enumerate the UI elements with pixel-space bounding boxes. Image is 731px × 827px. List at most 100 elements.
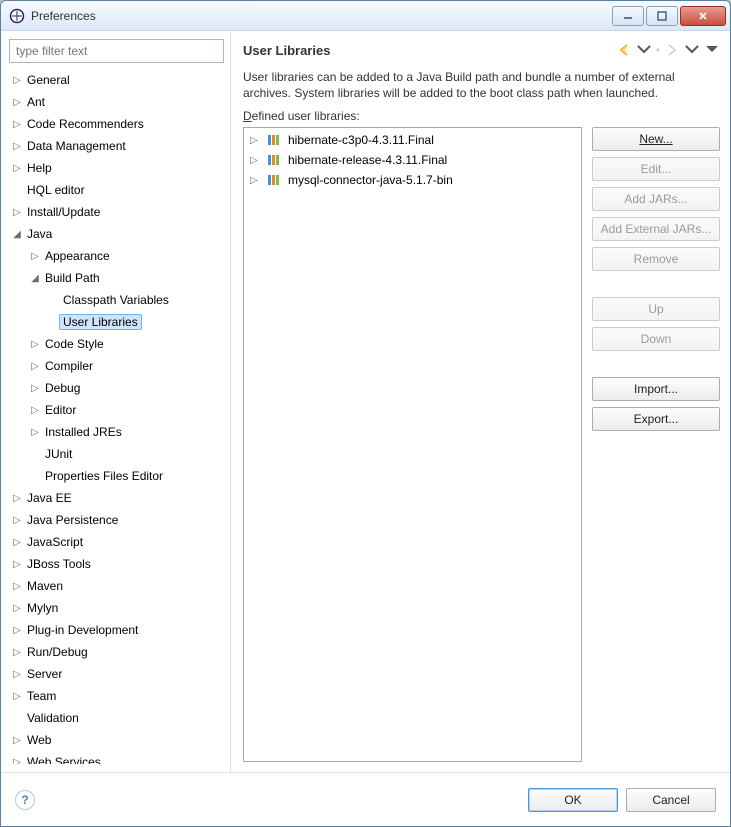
tree-item[interactable]: ▷Code Style (9, 333, 224, 355)
tree-item[interactable]: ▷Web Services (9, 751, 224, 764)
tree-twisty-icon[interactable]: ▷ (29, 427, 41, 438)
minimize-button[interactable] (612, 6, 644, 26)
tree-twisty-icon[interactable]: ▷ (11, 735, 23, 746)
tree-item[interactable]: ◢Build Path (9, 267, 224, 289)
tree-twisty-icon[interactable]: ▷ (11, 581, 23, 592)
tree-twisty-icon[interactable]: ▷ (11, 207, 23, 218)
tree-item[interactable]: User Libraries (9, 311, 224, 333)
tree-twisty-icon[interactable]: ▷ (11, 603, 23, 614)
filter-input[interactable] (9, 39, 224, 63)
tree-twisty-icon[interactable]: ▷ (11, 647, 23, 658)
tree-item[interactable]: ▷Run/Debug (9, 641, 224, 663)
titlebar[interactable]: Preferences (1, 1, 730, 31)
close-button[interactable] (680, 6, 726, 26)
tree-item[interactable]: ▷Web (9, 729, 224, 751)
forward-icon[interactable] (664, 42, 680, 58)
library-item[interactable]: ▷ hibernate-c3p0-4.3.11.Final (244, 130, 581, 150)
back-menu-icon[interactable] (636, 42, 652, 58)
tree-twisty-icon[interactable]: ▷ (11, 515, 23, 526)
tree-twisty-icon[interactable]: ▷ (11, 757, 23, 765)
tree-item[interactable]: ▷Ant (9, 91, 224, 113)
add-jars-button[interactable]: Add JARs... (592, 187, 720, 211)
tree-twisty-icon[interactable]: ▷ (11, 141, 23, 152)
tree-twisty-icon[interactable]: ▷ (11, 163, 23, 174)
library-label: hibernate-c3p0-4.3.11.Final (288, 133, 434, 147)
tree-twisty-icon[interactable]: ▷ (29, 405, 41, 416)
tree-item[interactable]: ▷Maven (9, 575, 224, 597)
tree-twisty-icon[interactable]: ▷ (11, 625, 23, 636)
tree-item[interactable]: ▷Team (9, 685, 224, 707)
preferences-tree[interactable]: ▷General▷Ant▷Code Recommenders▷Data Mana… (9, 69, 224, 764)
page-title: User Libraries (243, 43, 330, 58)
add-external-jars-button[interactable]: Add External JARs... (592, 217, 720, 241)
tree-item[interactable]: ▷Install/Update (9, 201, 224, 223)
tree-item[interactable]: JUnit (9, 443, 224, 465)
tree-item[interactable]: ▷Plug-in Development (9, 619, 224, 641)
tree-item[interactable]: ▷Editor (9, 399, 224, 421)
tree-item[interactable]: ▷Java Persistence (9, 509, 224, 531)
footer: ? OK Cancel (1, 772, 730, 826)
library-item[interactable]: ▷hibernate-release-4.3.11.Final (244, 150, 581, 170)
tree-twisty-icon[interactable]: ▷ (11, 119, 23, 130)
tree-item[interactable]: ▷JavaScript (9, 531, 224, 553)
tree-item-label: Code Style (41, 336, 108, 352)
tree-twisty-icon[interactable]: ▷ (29, 361, 41, 372)
new-button[interactable]: New... (592, 127, 720, 151)
tree-item[interactable]: Properties Files Editor (9, 465, 224, 487)
remove-button[interactable]: Remove (592, 247, 720, 271)
tree-item[interactable]: ▷General (9, 69, 224, 91)
down-button[interactable]: Down (592, 327, 720, 351)
tree-twisty-icon[interactable]: ▷ (11, 669, 23, 680)
tree-twisty-icon[interactable]: ▷ (29, 383, 41, 394)
tree-item[interactable]: ▷Java EE (9, 487, 224, 509)
tree-item[interactable]: ▷Code Recommenders (9, 113, 224, 135)
tree-twisty-icon[interactable]: ▷ (11, 691, 23, 702)
tree-item-label: Plug-in Development (23, 622, 142, 638)
help-icon[interactable]: ? (15, 790, 35, 810)
forward-menu-icon[interactable] (684, 42, 700, 58)
tree-item[interactable]: ▷Mylyn (9, 597, 224, 619)
cancel-button[interactable]: Cancel (626, 788, 716, 812)
tree-twisty-icon[interactable]: ▷ (11, 559, 23, 570)
tree-twisty-icon[interactable]: ◢ (29, 273, 41, 284)
view-menu-icon[interactable] (704, 42, 720, 58)
tree-item[interactable]: ▷Debug (9, 377, 224, 399)
export-button[interactable]: Export... (592, 407, 720, 431)
import-button[interactable]: Import... (592, 377, 720, 401)
tree-item[interactable]: Validation (9, 707, 224, 729)
tree-item[interactable]: HQL editor (9, 179, 224, 201)
tree-item[interactable]: ▷Installed JREs (9, 421, 224, 443)
tree-item[interactable]: Classpath Variables (9, 289, 224, 311)
lib-twisty-icon[interactable]: ▷ (250, 175, 260, 186)
tree-item[interactable]: ▷JBoss Tools (9, 553, 224, 575)
edit-button[interactable]: Edit... (592, 157, 720, 181)
library-label: mysql-connector-java-5.1.7-bin (288, 173, 453, 187)
tree-twisty-icon[interactable]: ▷ (11, 97, 23, 108)
tree-item[interactable]: ◢Java (9, 223, 224, 245)
library-item[interactable]: ▷ mysql-connector-java-5.1.7-bin (244, 170, 581, 190)
tree-item-label: Install/Update (23, 204, 104, 220)
tree-twisty-icon[interactable]: ▷ (11, 493, 23, 504)
tree-item[interactable]: ▷Compiler (9, 355, 224, 377)
tree-item-label: Web Services (23, 754, 105, 764)
tree-twisty-icon[interactable]: ▷ (29, 251, 41, 262)
user-libraries-list[interactable]: ▷ hibernate-c3p0-4.3.11.Final ▷hibernate-r… (243, 127, 582, 762)
tree-twisty-icon[interactable]: ▷ (11, 537, 23, 548)
lib-twisty-icon[interactable]: ▷ (250, 135, 260, 146)
tree-item[interactable]: ▷Appearance (9, 245, 224, 267)
page-description: User libraries can be added to a Java Bu… (243, 69, 720, 101)
ok-button[interactable]: OK (528, 788, 618, 812)
tree-item[interactable]: ▷Server (9, 663, 224, 685)
tree-item-label: JBoss Tools (23, 556, 95, 572)
up-button[interactable]: Up (592, 297, 720, 321)
tree-item[interactable]: ▷Help (9, 157, 224, 179)
lib-twisty-icon[interactable]: ▷ (250, 155, 260, 166)
tree-twisty-icon[interactable]: ▷ (11, 75, 23, 86)
tree-twisty-icon[interactable]: ▷ (29, 339, 41, 350)
back-icon[interactable] (616, 42, 632, 58)
tree-twisty-icon[interactable]: ◢ (11, 229, 23, 240)
tree-item-label: Debug (41, 380, 84, 396)
tree-item[interactable]: ▷Data Management (9, 135, 224, 157)
maximize-button[interactable] (646, 6, 678, 26)
app-icon (9, 8, 25, 24)
